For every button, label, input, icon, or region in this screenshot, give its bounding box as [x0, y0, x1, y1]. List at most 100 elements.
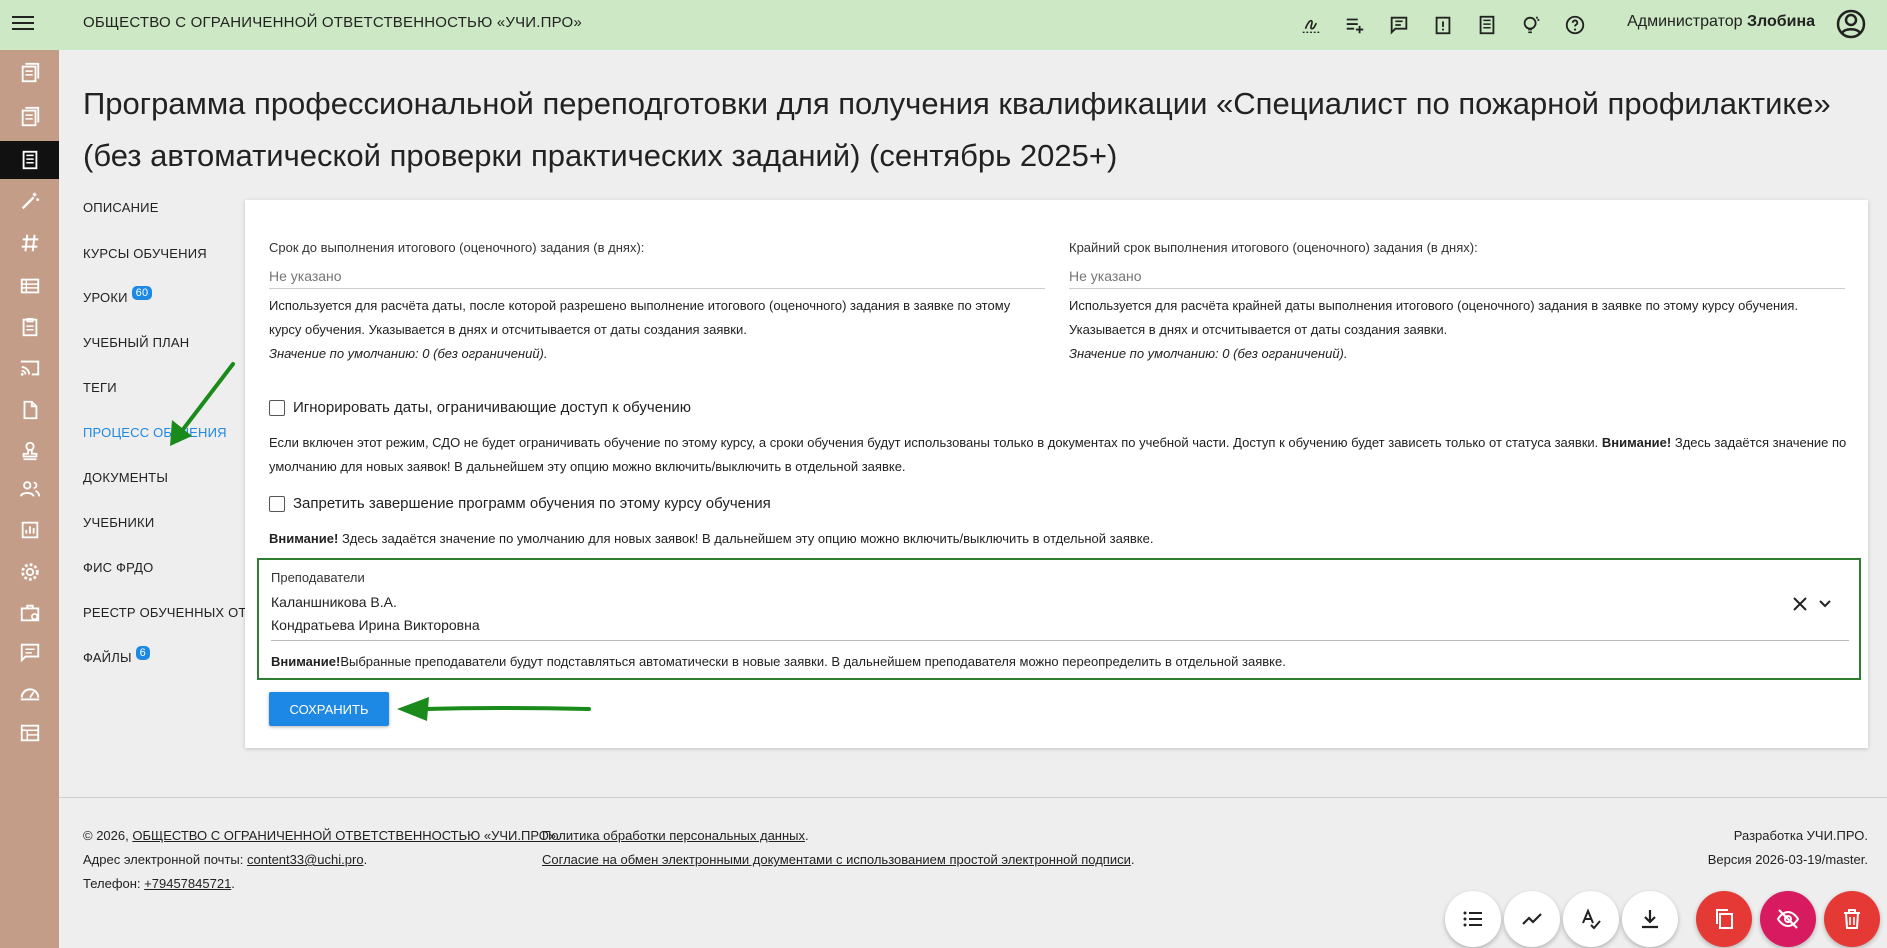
rail-courses-icon[interactable]	[0, 98, 59, 136]
nav-description[interactable]: ОПИСАНИЕ	[83, 200, 247, 246]
settings-card: Срок до выполнения итогового (оценочного…	[245, 200, 1868, 748]
download-button[interactable]	[1622, 891, 1678, 947]
ignore-dates-text: Если включен этот режим, СДО не будет ог…	[269, 435, 1599, 450]
teachers-note: Внимание!Выбранные преподаватели будут п…	[271, 654, 1286, 669]
hide-button[interactable]	[1760, 891, 1816, 947]
rail-layout-icon[interactable]	[0, 714, 59, 752]
clipboard-alert-icon[interactable]	[1428, 10, 1458, 40]
nav-label: ОПИСАНИЕ	[83, 200, 159, 215]
nav-textbooks[interactable]: УЧЕБНИКИ	[83, 515, 247, 560]
rail-table-icon[interactable]	[0, 267, 59, 305]
teachers-select[interactable]: Преподаватели Каланшникова В.А. Кондрать…	[257, 558, 1861, 680]
copy-icon	[1716, 909, 1733, 929]
teacher-chip[interactable]: Каланшникова В.А.	[271, 594, 397, 610]
forbid-finish-checkbox[interactable]	[269, 496, 285, 512]
rail-stamp-icon[interactable]	[0, 432, 59, 470]
rail-message-icon[interactable]	[0, 633, 59, 671]
teacher-chip[interactable]: Кондратьева Ирина Викторовна	[271, 617, 480, 633]
lightbulb-icon[interactable]	[1516, 10, 1546, 40]
rail-report-icon[interactable]	[0, 511, 59, 549]
rail-cast-icon[interactable]	[0, 349, 59, 387]
save-button[interactable]: СОХРАНИТЬ	[269, 692, 389, 726]
nav-curriculum[interactable]: УЧЕБНЫЙ ПЛАН	[83, 335, 247, 380]
trash-icon	[1844, 909, 1860, 929]
list-view-button[interactable]	[1445, 891, 1501, 947]
delete-button[interactable]	[1824, 891, 1880, 947]
help-icon[interactable]	[1560, 10, 1590, 40]
final-deadline-help-text: Используется для расчёта крайней даты вы…	[1069, 298, 1799, 337]
add-list-icon[interactable]	[1340, 10, 1370, 40]
privacy-link[interactable]: Политика обработки персональных данных	[542, 828, 805, 843]
nav-label: ТЕГИ	[83, 380, 117, 395]
version-text: Версия 2026-03-19/master.	[1707, 852, 1868, 867]
deadline-days-help: Используется для расчёта даты, после кот…	[269, 294, 1045, 366]
clear-icon[interactable]	[1790, 594, 1810, 614]
nav-courses[interactable]: КУРСЫ ОБУЧЕНИЯ	[83, 246, 247, 290]
nav-tags[interactable]: ТЕГИ	[83, 380, 247, 425]
final-deadline-label: Крайний срок выполнения итогового (оцено…	[1069, 240, 1478, 255]
rail-gauge-icon[interactable]	[0, 674, 59, 712]
footer-version: Разработка УЧИ.ПРО. Версия 2026-03-19/ma…	[1708, 824, 1868, 872]
copyright: © 2026,	[83, 828, 129, 843]
deadline-days-default: Значение по умолчанию: 0 (без ограничени…	[269, 346, 548, 361]
nav-label: УЧЕБНИКИ	[83, 515, 155, 530]
copy-button[interactable]	[1696, 891, 1752, 947]
nav-label: ФАЙЛЫ	[83, 650, 132, 665]
org-link[interactable]: ОБЩЕСТВО С ОГРАНИЧЕННОЙ ОТВЕТСТВЕННОСТЬЮ…	[132, 828, 556, 843]
chevron-down-icon[interactable]	[1815, 594, 1835, 614]
nav-label: ДОКУМЕНТЫ	[83, 470, 169, 485]
phone-link[interactable]: +79457845721	[144, 876, 231, 891]
final-deadline-input[interactable]	[1069, 264, 1845, 289]
chat-icon[interactable]	[1384, 10, 1414, 40]
menu-icon[interactable]	[10, 12, 36, 38]
deadline-days-label: Срок до выполнения итогового (оценочного…	[269, 240, 645, 255]
email-link[interactable]: content33@uchi.pro	[247, 852, 364, 867]
nav-lessons[interactable]: УРОКИ 60	[83, 286, 247, 335]
statistics-button[interactable]	[1504, 891, 1560, 947]
rail-programs-icon[interactable]	[0, 54, 59, 92]
rail-file-icon[interactable]	[0, 391, 59, 429]
lessons-count-badge: 60	[131, 286, 153, 300]
developer-text: Разработка УЧИ.ПРО.	[1733, 828, 1868, 843]
teachers-note-text: Выбранные преподаватели будут подставлят…	[340, 654, 1286, 669]
top-bar: ОБЩЕСТВО С ОГРАНИЧЕННОЙ ОТВЕТСТВЕННОСТЬЮ…	[0, 0, 1887, 50]
rail-hashtag-icon[interactable]	[0, 224, 59, 262]
deadline-days-input[interactable]	[269, 264, 1045, 289]
signature-icon[interactable]	[1296, 10, 1326, 40]
user-surname: Злобина	[1746, 13, 1815, 30]
nav-files[interactable]: ФАЙЛЫ 6	[83, 646, 247, 695]
nav-learning-process[interactable]: ПРОЦЕСС ОБУЧЕНИЯ	[83, 425, 247, 470]
nav-label: КУРСЫ ОБУЧЕНИЯ	[83, 246, 207, 261]
footer-contacts: © 2026, ОБЩЕСТВО С ОГРАНИЧЕННОЙ ОТВЕТСТВ…	[83, 828, 560, 891]
footer-divider	[59, 797, 1887, 798]
annotation-arrow-icon	[397, 697, 591, 721]
ignore-dates-warning: Внимание!	[1601, 435, 1672, 450]
nav-fis-frdo[interactable]: ФИС ФРДО	[83, 560, 247, 605]
rail-briefcase-icon[interactable]	[0, 594, 59, 632]
spellcheck-button[interactable]	[1563, 891, 1619, 947]
rail-clipboard-icon[interactable]	[0, 308, 59, 346]
eye-off-icon	[1776, 909, 1800, 929]
trending-icon	[1522, 913, 1542, 925]
org-title: ОБЩЕСТВО С ОГРАНИЧЕННОЙ ОТВЕТСТВЕННОСТЬЮ…	[83, 14, 582, 31]
teachers-label: Преподаватели	[271, 570, 365, 585]
final-deadline-default: Значение по умолчанию: 0 (без ограничени…	[1069, 346, 1348, 361]
nav-label: УРОКИ	[83, 290, 128, 305]
nav-label: РЕЕСТР ОБУЧЕННЫХ ОТ	[83, 605, 247, 620]
ignore-dates-label[interactable]: Игнорировать даты, ограничивающие доступ…	[293, 399, 691, 416]
rail-magic-wand-icon[interactable]	[0, 182, 59, 220]
forbid-finish-label[interactable]: Запретить завершение программ обучения п…	[293, 495, 771, 512]
left-rail	[0, 50, 59, 948]
account-circle-icon[interactable]	[1835, 8, 1867, 40]
ignore-dates-description: Если включен этот режим, СДО не будет ог…	[269, 431, 1849, 479]
email-label: Адрес электронной почты:	[83, 852, 244, 867]
rail-users-icon[interactable]	[0, 470, 59, 508]
rail-settings-icon[interactable]	[0, 553, 59, 591]
nav-registry[interactable]: РЕЕСТР ОБУЧЕННЫХ ОТ	[83, 605, 247, 650]
rail-document-list-icon[interactable]	[0, 141, 59, 179]
nav-documents[interactable]: ДОКУМЕНТЫ	[83, 470, 247, 515]
agreement-link[interactable]: Согласие на обмен электронными документа…	[542, 852, 1131, 867]
page-title: Программа профессиональной переподготовк…	[83, 86, 1831, 173]
ignore-dates-checkbox[interactable]	[269, 400, 285, 416]
list-document-icon[interactable]	[1472, 10, 1502, 40]
